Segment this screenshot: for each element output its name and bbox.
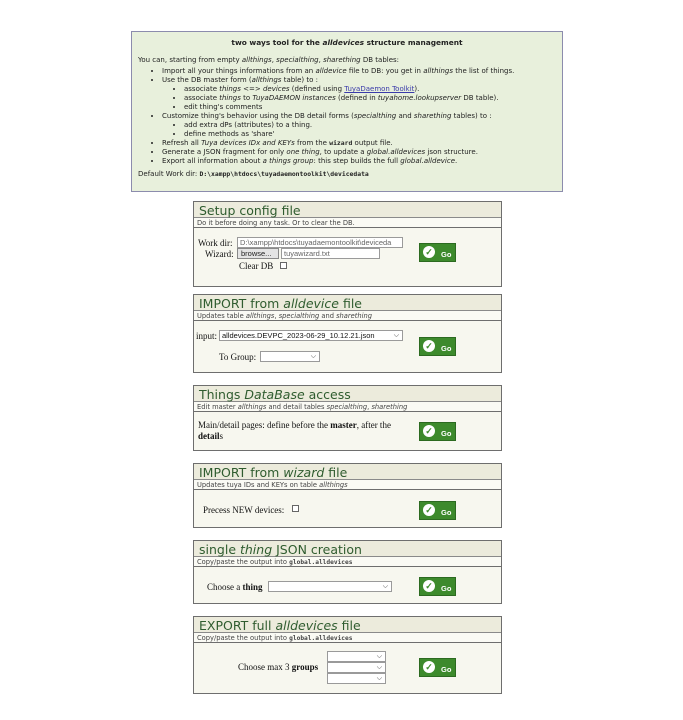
intro-subitem-associate-devices: associate things <=> devices (defined us… [184,85,556,94]
things-db-subtitle: Edit master allthings and detail tables … [194,402,501,412]
import-alldevice-go-button[interactable]: ✓ Go [419,337,456,356]
precess-new-checkbox[interactable] [292,505,299,512]
import-alldevice-panel: IMPORT from alldevice file Updates table… [193,294,502,373]
check-icon: ✓ [423,504,435,516]
chevron-down-icon: ⌵ [376,675,382,682]
single-json-title: single thing JSON creation [194,541,501,557]
input-label: input: [196,331,218,341]
check-icon: ✓ [423,580,435,592]
intro-box: two ways tool for the alldevices structu… [131,31,563,192]
intro-item-customize: Customize thing's behavior using the DB … [162,112,556,139]
single-json-go-button[interactable]: ✓ Go [419,577,456,596]
wizard-file-input[interactable]: tuyawizard.txt [281,248,380,259]
setup-title: Setup config file [194,202,501,218]
things-db-description: Main/detail pages: define before the mas… [198,420,391,441]
intro-item-import: Import all your things informations from… [162,67,556,76]
choose-groups-label: Choose max 3 groups [238,662,319,672]
intro-title: two ways tool for the alldevices structu… [231,38,463,47]
chevron-down-icon: ⌵ [310,353,316,360]
chevron-down-icon: ⌵ [376,664,382,671]
things-db-panel: Things DataBase access Edit master allth… [193,385,502,451]
setup-panel: Setup config file Do it before doing any… [193,201,502,287]
import-wizard-go-button[interactable]: ✓ Go [419,501,456,520]
chevron-down-icon: ⌵ [382,583,388,590]
group-select-1[interactable]: ⌵ [327,651,386,662]
import-wizard-panel: IMPORT from wizard file Updates tuya IDs… [193,463,502,528]
intro-item-master: Use the DB master form (allthings table)… [162,76,556,112]
group-select-3[interactable]: ⌵ [327,673,386,684]
import-alldevice-title: IMPORT from alldevice file [194,295,501,311]
import-alldevice-subtitle: Updates table allthings, specialthing an… [194,311,501,321]
import-wizard-subtitle: Updates tuya IDs and KEYs on table allth… [194,480,501,490]
intro-subitem-comments: edit thing's comments [184,103,556,112]
choose-thing-label: Choose a thing [207,582,263,592]
check-icon: ✓ [423,340,435,352]
intro-item-generate: Generate a JSON fragment for only one th… [162,148,556,157]
export-full-title: EXPORT full alldevices file [194,617,501,633]
intro-lead: You can, starting from empty allthings, … [138,56,400,64]
intro-item-export: Export all information about a things gr… [162,157,556,166]
alldevice-file-select[interactable]: alldevices.DEVPC_2023-06-29_10.12.21.jso… [219,330,403,341]
things-db-title: Things DataBase access [194,386,501,402]
wizard-label: Wizard: [205,249,234,259]
intro-item-refresh: Refresh all Tuya devices IDx and KEYs fr… [162,139,556,148]
workdir-input[interactable]: D:\xampp\htdocs\tuyadaemontoolkit\device… [237,237,403,248]
chevron-down-icon: ⌵ [393,332,399,339]
things-db-go-button[interactable]: ✓ Go [419,422,456,441]
clear-db-checkbox[interactable] [280,262,287,269]
toolkit-link[interactable]: TuyaDaemon Toolkit [344,85,414,93]
export-full-go-button[interactable]: ✓ Go [419,658,456,677]
group-select[interactable]: ⌵ [260,351,320,362]
setup-go-button[interactable]: ✓ Go [419,243,456,262]
intro-subitem-associate-instances: associate things to TuyaDAEMON instances… [184,94,556,103]
group-select-2[interactable]: ⌵ [327,662,386,673]
intro-subitem-share: define methods as 'share' [184,130,556,139]
precess-new-label: Precess NEW devices: [203,505,285,515]
check-icon: ✓ [423,661,435,673]
browse-button[interactable]: browse... [237,248,279,259]
check-icon: ✓ [423,246,435,258]
setup-subtitle: Do it before doing any task. Or to clear… [194,218,501,228]
default-workdir: Default Work dir: D:\xampp\htdocs\tuyada… [138,170,369,178]
to-group-label: To Group: [219,352,257,362]
intro-list: Import all your things informations from… [138,67,556,166]
thing-select[interactable]: ⌵ [268,581,392,592]
import-wizard-title: IMPORT from wizard file [194,464,501,480]
export-full-panel: EXPORT full alldevices file Copy/paste t… [193,616,502,694]
single-json-panel: single thing JSON creation Copy/paste th… [193,540,502,604]
intro-subitem-extra-dps: add extra dPs (attributes) to a thing. [184,121,556,130]
export-full-subtitle: Copy/paste the output into global.alldev… [194,633,501,643]
chevron-down-icon: ⌵ [376,653,382,660]
clear-db-label: Clear DB [239,261,274,271]
check-icon: ✓ [423,425,435,437]
workdir-label: Work dir: [198,238,233,248]
single-json-subtitle: Copy/paste the output into global.alldev… [194,557,501,567]
